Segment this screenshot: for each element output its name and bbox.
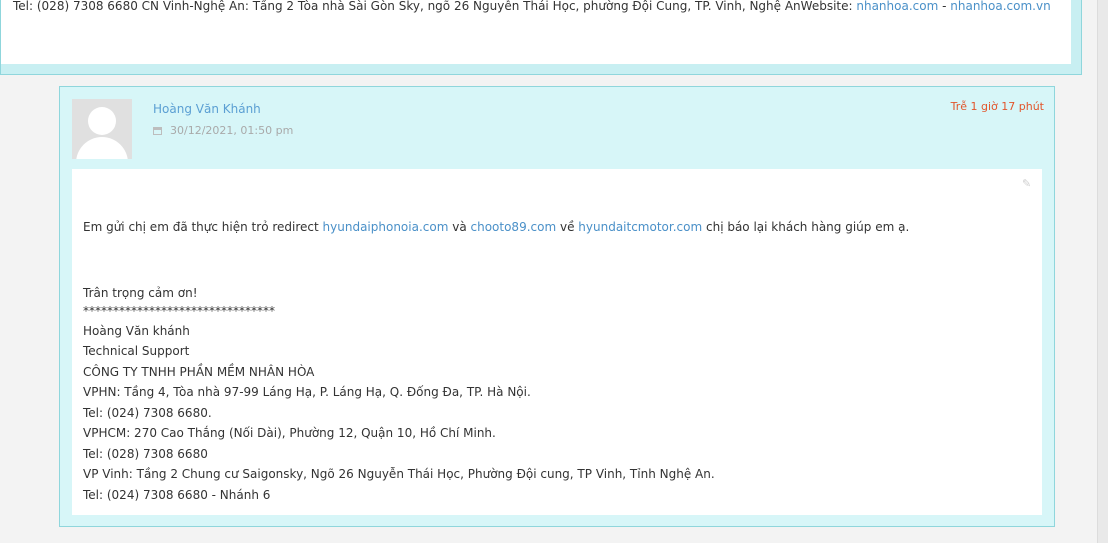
message-text-1: Em gửi chị em đã thực hiện trỏ redirect xyxy=(83,220,323,234)
avatar-head-shape xyxy=(88,107,116,135)
previous-reply-contact-line: Tel: (028) 7308 6680 CN Vinh-Nghệ An: Tầ… xyxy=(13,0,1051,13)
message-text-2: và xyxy=(448,220,471,234)
reply-card: Hoàng Văn Khánh 30/12/2021, 01:50 pm Trễ… xyxy=(59,86,1055,527)
message-text-3: về xyxy=(556,220,579,234)
reply-date-row: 30/12/2021, 01:50 pm xyxy=(153,124,293,137)
reply-date: 30/12/2021, 01:50 pm xyxy=(170,124,294,137)
signature-greeting: Trân trọng cảm ơn! xyxy=(83,286,198,300)
signature-line: Tel: (024) 7308 6680 - Nhánh 6 xyxy=(83,487,271,502)
link-separator: - xyxy=(938,0,951,13)
signature-line: Technical Support xyxy=(83,344,190,358)
message-text-4: chị báo lại khách hàng giúp em ạ. xyxy=(702,220,910,234)
previous-reply-link-nhanhoa-vn[interactable]: nhanhoa.com.vn xyxy=(950,0,1050,13)
avatar xyxy=(72,99,132,159)
page-scrollbar[interactable] xyxy=(1097,0,1108,543)
avatar-body-shape xyxy=(76,137,128,159)
signature-line: Tel: (024) 7308 6680. xyxy=(83,405,212,420)
message-link-hyundaitcmotor[interactable]: hyundaitcmotor.com xyxy=(578,220,702,234)
previous-reply-link-nhanhoa[interactable]: nhanhoa.com xyxy=(856,0,938,13)
reply-content: ✎ Em gửi chị em đã thực hiện trỏ redirec… xyxy=(72,169,1042,515)
signature-block: Trân trọng cảm ơn! *********************… xyxy=(83,283,715,505)
previous-reply-text: Tel: (028) 7308 6680 CN Vinh-Nghệ An: Tầ… xyxy=(13,0,857,13)
signature-line: CÔNG TY TNHH PHẦN MỀM NHÂN HÒA xyxy=(83,364,315,379)
reply-author-name[interactable]: Hoàng Văn Khánh xyxy=(153,102,261,116)
signature-line: VP Vinh: Tầng 2 Chung cư Saigonsky, Ngõ … xyxy=(83,467,715,481)
calendar-icon xyxy=(153,126,162,135)
reply-message: Em gửi chị em đã thực hiện trỏ redirect … xyxy=(83,220,909,234)
previous-reply-content: Tel: (028) 7308 6680 CN Vinh-Nghệ An: Tầ… xyxy=(1,0,1071,64)
signature-divider: ******************************** xyxy=(83,303,275,318)
signature-line: VPHCM: 270 Cao Thắng (Nối Dài), Phường 1… xyxy=(83,426,496,440)
message-link-chooto89[interactable]: chooto89.com xyxy=(471,220,557,234)
signature-line: VPHN: Tầng 4, Tòa nhà 97-99 Láng Hạ, P. … xyxy=(83,385,531,399)
previous-reply-card: Tel: (028) 7308 6680 CN Vinh-Nghệ An: Tầ… xyxy=(0,0,1082,75)
signature-line: Hoàng Văn khánh xyxy=(83,323,190,338)
edit-icon[interactable]: ✎ xyxy=(1022,178,1032,189)
signature-line: Tel: (028) 7308 6680 xyxy=(83,446,208,461)
message-link-hyundaiphonoia[interactable]: hyundaiphonoia.com xyxy=(323,220,449,234)
late-badge: Trễ 1 giờ 17 phút xyxy=(950,100,1044,113)
